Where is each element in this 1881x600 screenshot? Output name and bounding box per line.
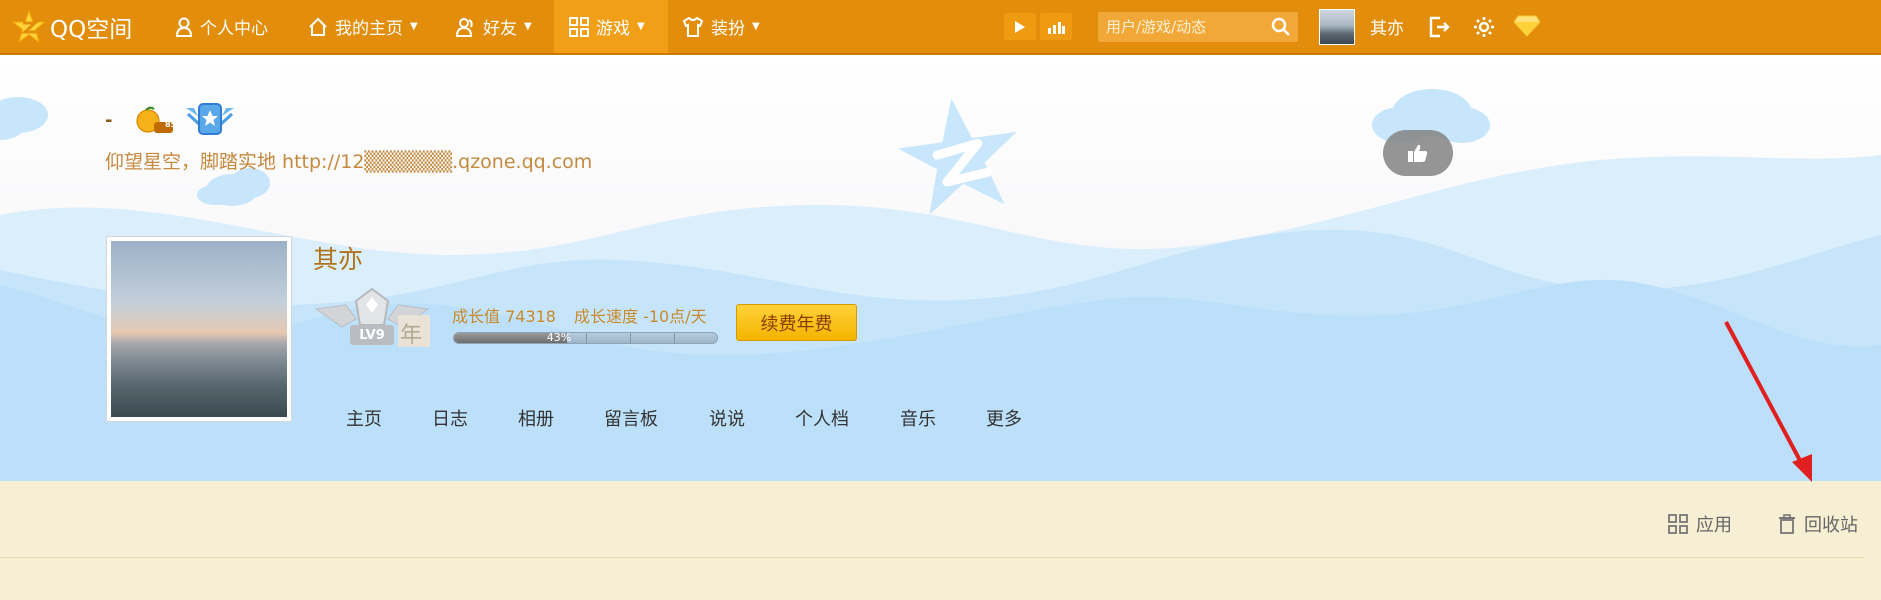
chart-icon <box>1048 21 1065 34</box>
user-avatar[interactable] <box>1319 9 1355 45</box>
nav-personal-center[interactable]: 个人中心 <box>175 0 268 53</box>
nav-decorate[interactable]: 装扮 ▼ <box>682 0 760 53</box>
qq-medal-icon[interactable] <box>184 102 236 138</box>
play-button[interactable] <box>1004 13 1036 40</box>
search-icon[interactable] <box>1271 17 1291 37</box>
chevron-down-icon: ▼ <box>524 21 532 32</box>
subnav-more[interactable]: 更多 <box>986 405 1046 431</box>
profile-subnav: 主页 日志 相册 留言板 说说 个人档 音乐 更多 <box>346 405 1046 431</box>
nav-label: 游戏 <box>596 19 630 39</box>
top-navigation-bar: QQ空间 个人中心 我的主页 ▼ 好友 ▼ 游戏 ▼ 装扮 ▼ 其亦 <box>0 0 1881 55</box>
growth-speed: 成长速度 -10点/天 <box>574 307 707 326</box>
chevron-down-icon: ▼ <box>752 21 760 32</box>
avatar-image <box>111 241 287 417</box>
subnav-guestbook[interactable]: 留言板 <box>604 405 709 431</box>
gear-icon[interactable] <box>1472 15 1496 39</box>
chevron-down-icon: ▼ <box>637 21 645 32</box>
apps-label: 应用 <box>1696 515 1732 536</box>
profile-avatar[interactable] <box>106 236 292 422</box>
subnav-shuoshuo[interactable]: 说说 <box>709 405 795 431</box>
thumbs-up-icon <box>1408 144 1428 162</box>
nav-label: 好友 <box>483 19 517 39</box>
shirt-icon <box>682 16 704 37</box>
apps-grid-icon <box>1668 514 1688 534</box>
year-vip-text: 年 <box>400 323 423 348</box>
home-icon <box>309 17 327 36</box>
profile-badges: - 85 <box>105 102 236 138</box>
qzone-star-icon <box>12 10 46 44</box>
username-link[interactable]: 其亦 <box>1370 0 1404 53</box>
diamond-icon[interactable] <box>1513 14 1541 38</box>
level-badge[interactable]: LV9 年 <box>312 285 434 357</box>
grid-icon <box>569 16 589 37</box>
apps-button[interactable]: 应用 <box>1668 511 1732 537</box>
friends-icon <box>456 17 473 37</box>
growth-info: 成长值 74318 成长速度 -10点/天 <box>452 303 707 327</box>
subnav-photos[interactable]: 相册 <box>518 405 604 431</box>
recycle-bin-button[interactable]: 回收站 <box>1778 511 1858 537</box>
search-input[interactable] <box>1106 16 1266 38</box>
level-text: LV9 <box>359 328 385 343</box>
progress-divider <box>674 333 675 343</box>
subnav-music[interactable]: 音乐 <box>900 405 986 431</box>
profile-banner: - 85 仰望星空，脚踏实地 http://12▒▒▒▒▒▒.qzone.qq.… <box>0 55 1881 481</box>
nav-label: 我的主页 <box>335 19 403 39</box>
toolbar-divider <box>0 557 1865 558</box>
nav-friends[interactable]: 好友 ▼ <box>456 0 532 53</box>
nav-games[interactable]: 游戏 ▼ <box>554 0 668 53</box>
profile-name: 其亦 <box>313 245 364 274</box>
recycle-bin-label: 回收站 <box>1804 515 1858 536</box>
person-icon <box>175 17 193 37</box>
growth-progress-bar: 43% <box>453 332 718 344</box>
play-icon <box>1015 20 1025 33</box>
subnav-home[interactable]: 主页 <box>346 405 432 431</box>
stats-button[interactable] <box>1040 13 1072 40</box>
nav-label: 个人中心 <box>200 19 268 39</box>
search-box <box>1098 12 1298 42</box>
content-toolbar: 应用 回收站 <box>0 481 1881 600</box>
chevron-down-icon: ▼ <box>410 21 418 32</box>
subnav-blog[interactable]: 日志 <box>432 405 518 431</box>
nav-my-homepage[interactable]: 我的主页 ▼ <box>308 0 418 53</box>
trash-icon <box>1779 514 1795 534</box>
growth-value: 成长值 74318 <box>452 307 556 326</box>
renew-annual-button[interactable]: 续费年费 <box>736 304 857 341</box>
logout-icon[interactable] <box>1427 15 1451 39</box>
progress-percent: 43% <box>546 332 572 344</box>
profile-dash: - <box>105 109 113 131</box>
annotation-arrow-icon <box>1724 321 1812 482</box>
subnav-profile[interactable]: 个人档 <box>795 405 900 431</box>
profile-slogan: 仰望星空，脚踏实地 http://12▒▒▒▒▒▒.qzone.qq.com <box>105 151 593 173</box>
logo-text: QQ空间 <box>50 17 133 43</box>
qzone-logo[interactable]: QQ空间 <box>12 8 132 46</box>
nav-label: 装扮 <box>711 19 745 39</box>
vip-level: 85 <box>165 120 177 129</box>
like-button[interactable] <box>1383 130 1453 176</box>
